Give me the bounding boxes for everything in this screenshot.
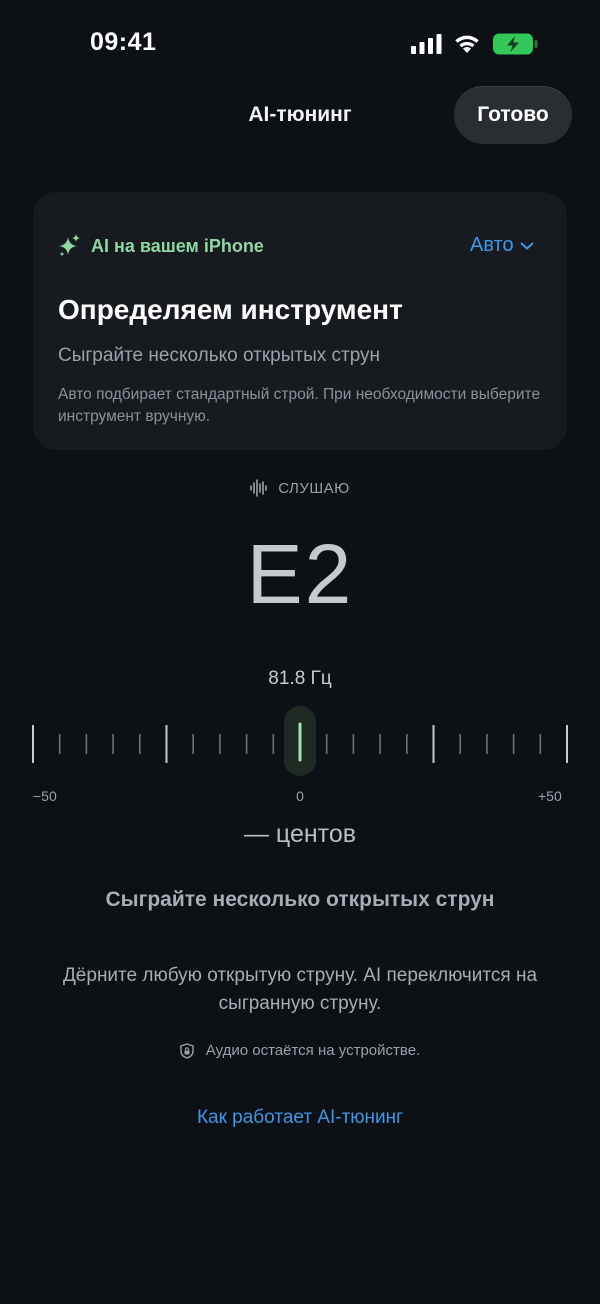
privacy-note: Аудио остаётся на устройстве.	[0, 1042, 600, 1059]
cents-readout: — центов	[243, 820, 357, 848]
wifi-icon	[455, 35, 479, 53]
hint-title: Сыграйте несколько открытых струн	[105, 888, 495, 911]
instrument-mode-dropdown[interactable]: Авто	[470, 234, 534, 257]
cents-meter	[32, 706, 568, 776]
cellular-signal-icon	[411, 34, 442, 54]
battery-charging-icon	[493, 33, 538, 55]
done-button[interactable]: Готово	[454, 86, 572, 144]
privacy-label: Аудио остаётся на устройстве.	[205, 1042, 421, 1059]
card-subtitle: Сыграйте несколько открытых струн	[58, 345, 381, 366]
chevron-down-icon	[520, 242, 534, 249]
lock-shield-icon	[180, 1042, 194, 1059]
status-time: 09:41	[90, 28, 157, 56]
sparkles-icon	[59, 234, 80, 257]
on-device-ai-label: AI на вашем iPhone	[91, 236, 264, 256]
listening-status: СЛУШАЮ	[0, 479, 600, 497]
detected-frequency: 81.8 Гц	[268, 668, 332, 689]
how-ai-tuning-works-link[interactable]: Как работает AI-тюнинг	[0, 1107, 600, 1129]
hint-body: Дёрните любую открытую струну. AI перекл…	[62, 965, 538, 1014]
card-note: Авто подбирает стандартный строй. При не…	[58, 386, 541, 425]
card-title: Определяем инструмент	[58, 294, 403, 325]
scale-max-label: +50	[538, 788, 562, 804]
waveform-icon	[250, 479, 267, 497]
listening-label: СЛУШАЮ	[278, 479, 350, 497]
scale-zero-label: 0	[296, 788, 304, 804]
detected-note: E2	[246, 527, 354, 621]
instrument-mode-value: Авто	[470, 234, 514, 256]
